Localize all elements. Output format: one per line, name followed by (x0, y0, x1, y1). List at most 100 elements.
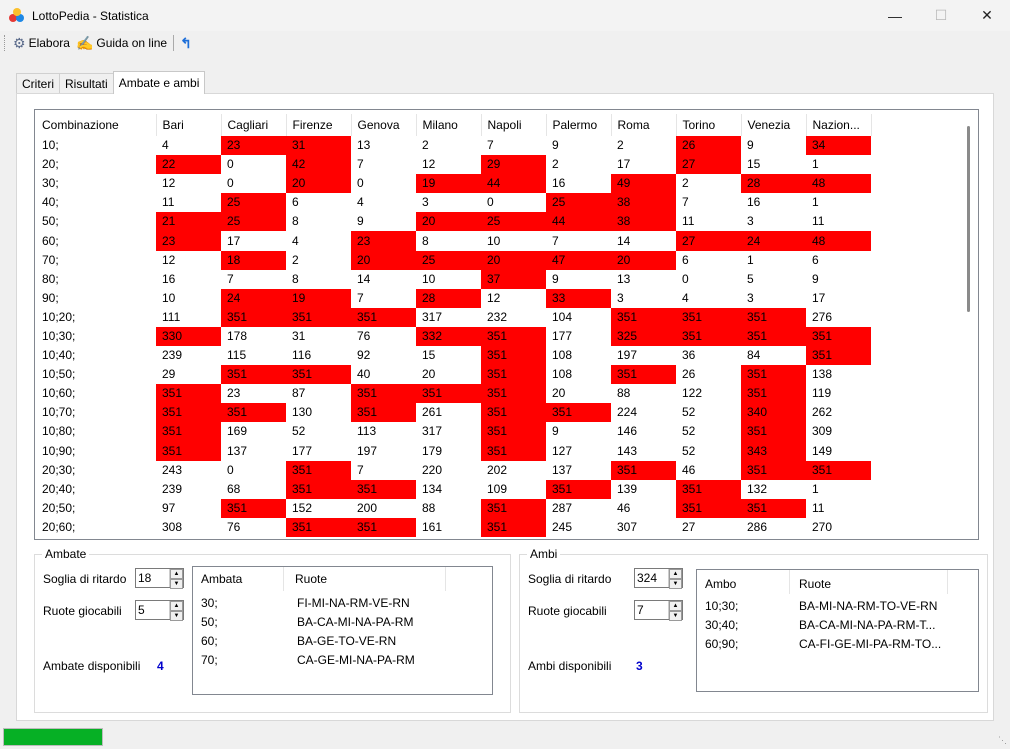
ambate-disponibili-count: 4 (157, 659, 164, 673)
table-row[interactable]: 10;40; 239 115 116 92 15 351 108 197 36 84 351 (36, 346, 871, 366)
ambate-list-header-ambata[interactable]: Ambata (201, 567, 242, 591)
spin-up-icon[interactable]: ▲ (669, 601, 682, 611)
list-item[interactable]: 30;40; BA-CA-MI-NA-PA-RM-T... (697, 618, 978, 637)
list-item[interactable]: 30; FI-MI-NA-RM-VE-RN (193, 596, 492, 615)
ambi-list[interactable]: Ambo Ruote 10;30; BA-MI-NA-RM-TO-VE-RN 30;… (696, 569, 979, 692)
table-row[interactable]: 10;80; 351 169 52 113 317 351 9 146 52 351 309 (36, 422, 871, 442)
table-cell: 33 (546, 288, 611, 308)
table-cell: 20 (422, 367, 436, 382)
ambi-soglia-stepper[interactable]: 324 ▲ ▼ (634, 568, 683, 589)
ambi-list-header-ambo[interactable]: Ambo (705, 570, 736, 594)
table-cell: 276 (812, 309, 833, 324)
resize-grip-icon[interactable]: ⋱ (998, 735, 1007, 746)
table-row[interactable]: 20;40; 239 68 351 351 134 109 351 139 351 132 1 (36, 479, 871, 499)
table-cell: 351 (806, 326, 871, 347)
ambi-soglia-value[interactable]: 324 (635, 571, 668, 585)
ambate-soglia-stepper[interactable]: 18 ▲ ▼ (135, 568, 184, 589)
table-row[interactable]: 10;90; 351 137 177 197 179 351 127 143 52 343 149 (36, 441, 871, 461)
table-row[interactable]: 50; 21 25 8 9 20 25 44 38 11 3 11 (36, 212, 871, 232)
table-row[interactable]: 90; 10 24 19 7 28 12 33 3 4 3 17 (36, 288, 871, 308)
ambi-legend: Ambi (530, 547, 558, 561)
list-item[interactable]: 60; BA-GE-TO-VE-RN (193, 634, 492, 653)
elabora-button[interactable]: ⚙ Elabora (13, 33, 70, 53)
table-row[interactable]: 40; 11 25 6 4 3 0 25 38 7 16 1 (36, 193, 871, 213)
table-cell: 24 (221, 288, 286, 308)
table-cell: 351 (611, 365, 676, 385)
table-row[interactable]: 10;50; 29 351 351 40 20 351 108 351 26 351 138 (36, 365, 871, 385)
list-item-ruote: BA-CA-MI-NA-PA-RM (297, 615, 414, 629)
tab-risultati[interactable]: Risultati (59, 73, 114, 94)
ambate-ruote-stepper[interactable]: 5 ▲ ▼ (135, 600, 184, 621)
list-item[interactable]: 50; BA-CA-MI-NA-PA-RM (193, 615, 492, 634)
ambate-list-header-ruote[interactable]: Ruote (295, 567, 327, 591)
ambate-list[interactable]: Ambata Ruote 30; FI-MI-NA-RM-VE-RN 50; BA-C… (192, 566, 493, 695)
spin-up-icon[interactable]: ▲ (669, 569, 682, 579)
ambi-ruote-stepper[interactable]: 7 ▲ ▼ (634, 600, 683, 621)
table-cell: 20 (286, 174, 351, 194)
list-item-number: 70; (201, 653, 218, 667)
table-row[interactable]: 10;60; 351 23 87 351 351 351 20 88 122 351 119 (36, 384, 871, 404)
table-row[interactable]: 20; 22 0 42 7 12 29 2 17 27 15 1 (36, 155, 871, 175)
table-cell: 325 (611, 326, 676, 347)
ambate-soglia-value[interactable]: 18 (136, 571, 169, 585)
grid-column-header[interactable]: Nazion... (806, 114, 872, 136)
table-cell: 36 (682, 348, 696, 363)
tab-ambate-e-ambi[interactable]: Ambate e ambi (112, 71, 206, 94)
table-cell: 6 (682, 252, 689, 267)
spin-down-icon[interactable]: ▼ (170, 611, 183, 621)
ambi-ruote-value[interactable]: 7 (635, 603, 668, 617)
table-row[interactable]: 20;30; 243 0 351 7 220 202 137 351 46 351 351 (36, 460, 871, 480)
grid-column-header[interactable]: Genova (351, 114, 417, 136)
spin-down-icon[interactable]: ▼ (669, 611, 682, 621)
table-cell: 46 (617, 500, 631, 515)
grid-column-header[interactable]: Bari (156, 114, 222, 136)
ambate-ruote-value[interactable]: 5 (136, 603, 169, 617)
list-item[interactable]: 70; CA-GE-MI-NA-PA-RM (193, 653, 492, 672)
grid-column-header[interactable]: Torino (676, 114, 742, 136)
spin-up-icon[interactable]: ▲ (170, 569, 183, 579)
table-cell: 22 (156, 155, 221, 175)
spin-down-icon[interactable]: ▼ (170, 579, 183, 589)
table-cell: 27 (676, 155, 741, 175)
table-cell: 9 (357, 214, 364, 229)
table-cell: 340 (741, 403, 806, 423)
grid-column-header[interactable]: Venezia (741, 114, 807, 136)
list-item[interactable]: 60;90; CA-FI-GE-MI-PA-RM-TO... (697, 637, 978, 656)
table-cell: 243 (162, 462, 183, 477)
table-row[interactable]: 60; 23 17 4 23 8 10 7 14 27 24 48 (36, 231, 871, 251)
close-button[interactable]: ✕ (964, 0, 1010, 31)
table-row[interactable]: 10;70; 351 351 130 351 261 351 351 224 52 340 262 (36, 403, 871, 423)
table-row[interactable]: 10;20; 111 351 351 351 317 232 104 351 351 351 276 (36, 307, 871, 327)
grid-column-header[interactable]: Firenze (286, 114, 352, 136)
statistics-grid[interactable]: Combinazione Bari Cagliari Firenze Genova Mil… (34, 109, 979, 540)
grid-column-header[interactable]: Roma (611, 114, 677, 136)
list-item[interactable]: 10;30; BA-MI-NA-RM-TO-VE-RN (697, 599, 978, 618)
back-button[interactable]: ↰ (180, 33, 195, 53)
table-row[interactable]: 20;50; 97 351 152 200 88 351 287 46 351 351 11 (36, 498, 871, 518)
grid-column-header[interactable]: Palermo (546, 114, 612, 136)
grid-column-header[interactable]: Napoli (481, 114, 547, 136)
guida-button[interactable]: ✍ Guida on line (76, 33, 167, 53)
table-cell: 11 (162, 195, 175, 210)
minimize-button[interactable]: — (872, 0, 918, 31)
spin-down-icon[interactable]: ▼ (669, 579, 682, 589)
grid-column-header[interactable]: Combinazione (36, 114, 157, 136)
toolbar-grip[interactable] (4, 35, 7, 51)
ambi-list-header-ruote[interactable]: Ruote (799, 570, 831, 594)
table-cell: 17 (617, 157, 631, 172)
table-row[interactable]: 10;30; 330 178 31 76 332 351 177 325 351 351 351 (36, 326, 871, 347)
table-row[interactable]: 30; 12 0 20 0 19 44 16 49 2 28 48 (36, 174, 871, 194)
grid-column-header[interactable]: Cagliari (221, 114, 287, 136)
table-cell: 25 (546, 193, 611, 213)
table-row[interactable]: 80; 16 7 8 14 10 37 9 13 0 5 9 (36, 269, 871, 289)
tab-criteri[interactable]: Criteri (16, 73, 60, 94)
table-row[interactable]: 70; 12 18 2 20 25 20 47 20 6 1 6 (36, 250, 871, 270)
table-row[interactable]: 20;60; 308 76 351 351 161 351 245 307 27 286 270 (36, 517, 871, 537)
spin-up-icon[interactable]: ▲ (170, 601, 183, 611)
grid-column-header[interactable]: Milano (416, 114, 482, 136)
vertical-scrollbar[interactable] (967, 126, 970, 312)
table-row[interactable]: 10; 4 23 31 13 2 7 9 2 26 9 34 (36, 136, 871, 156)
table-cell: 4 (162, 138, 169, 153)
table-cell: 52 (682, 424, 696, 439)
table-cell: 20 (481, 250, 546, 270)
